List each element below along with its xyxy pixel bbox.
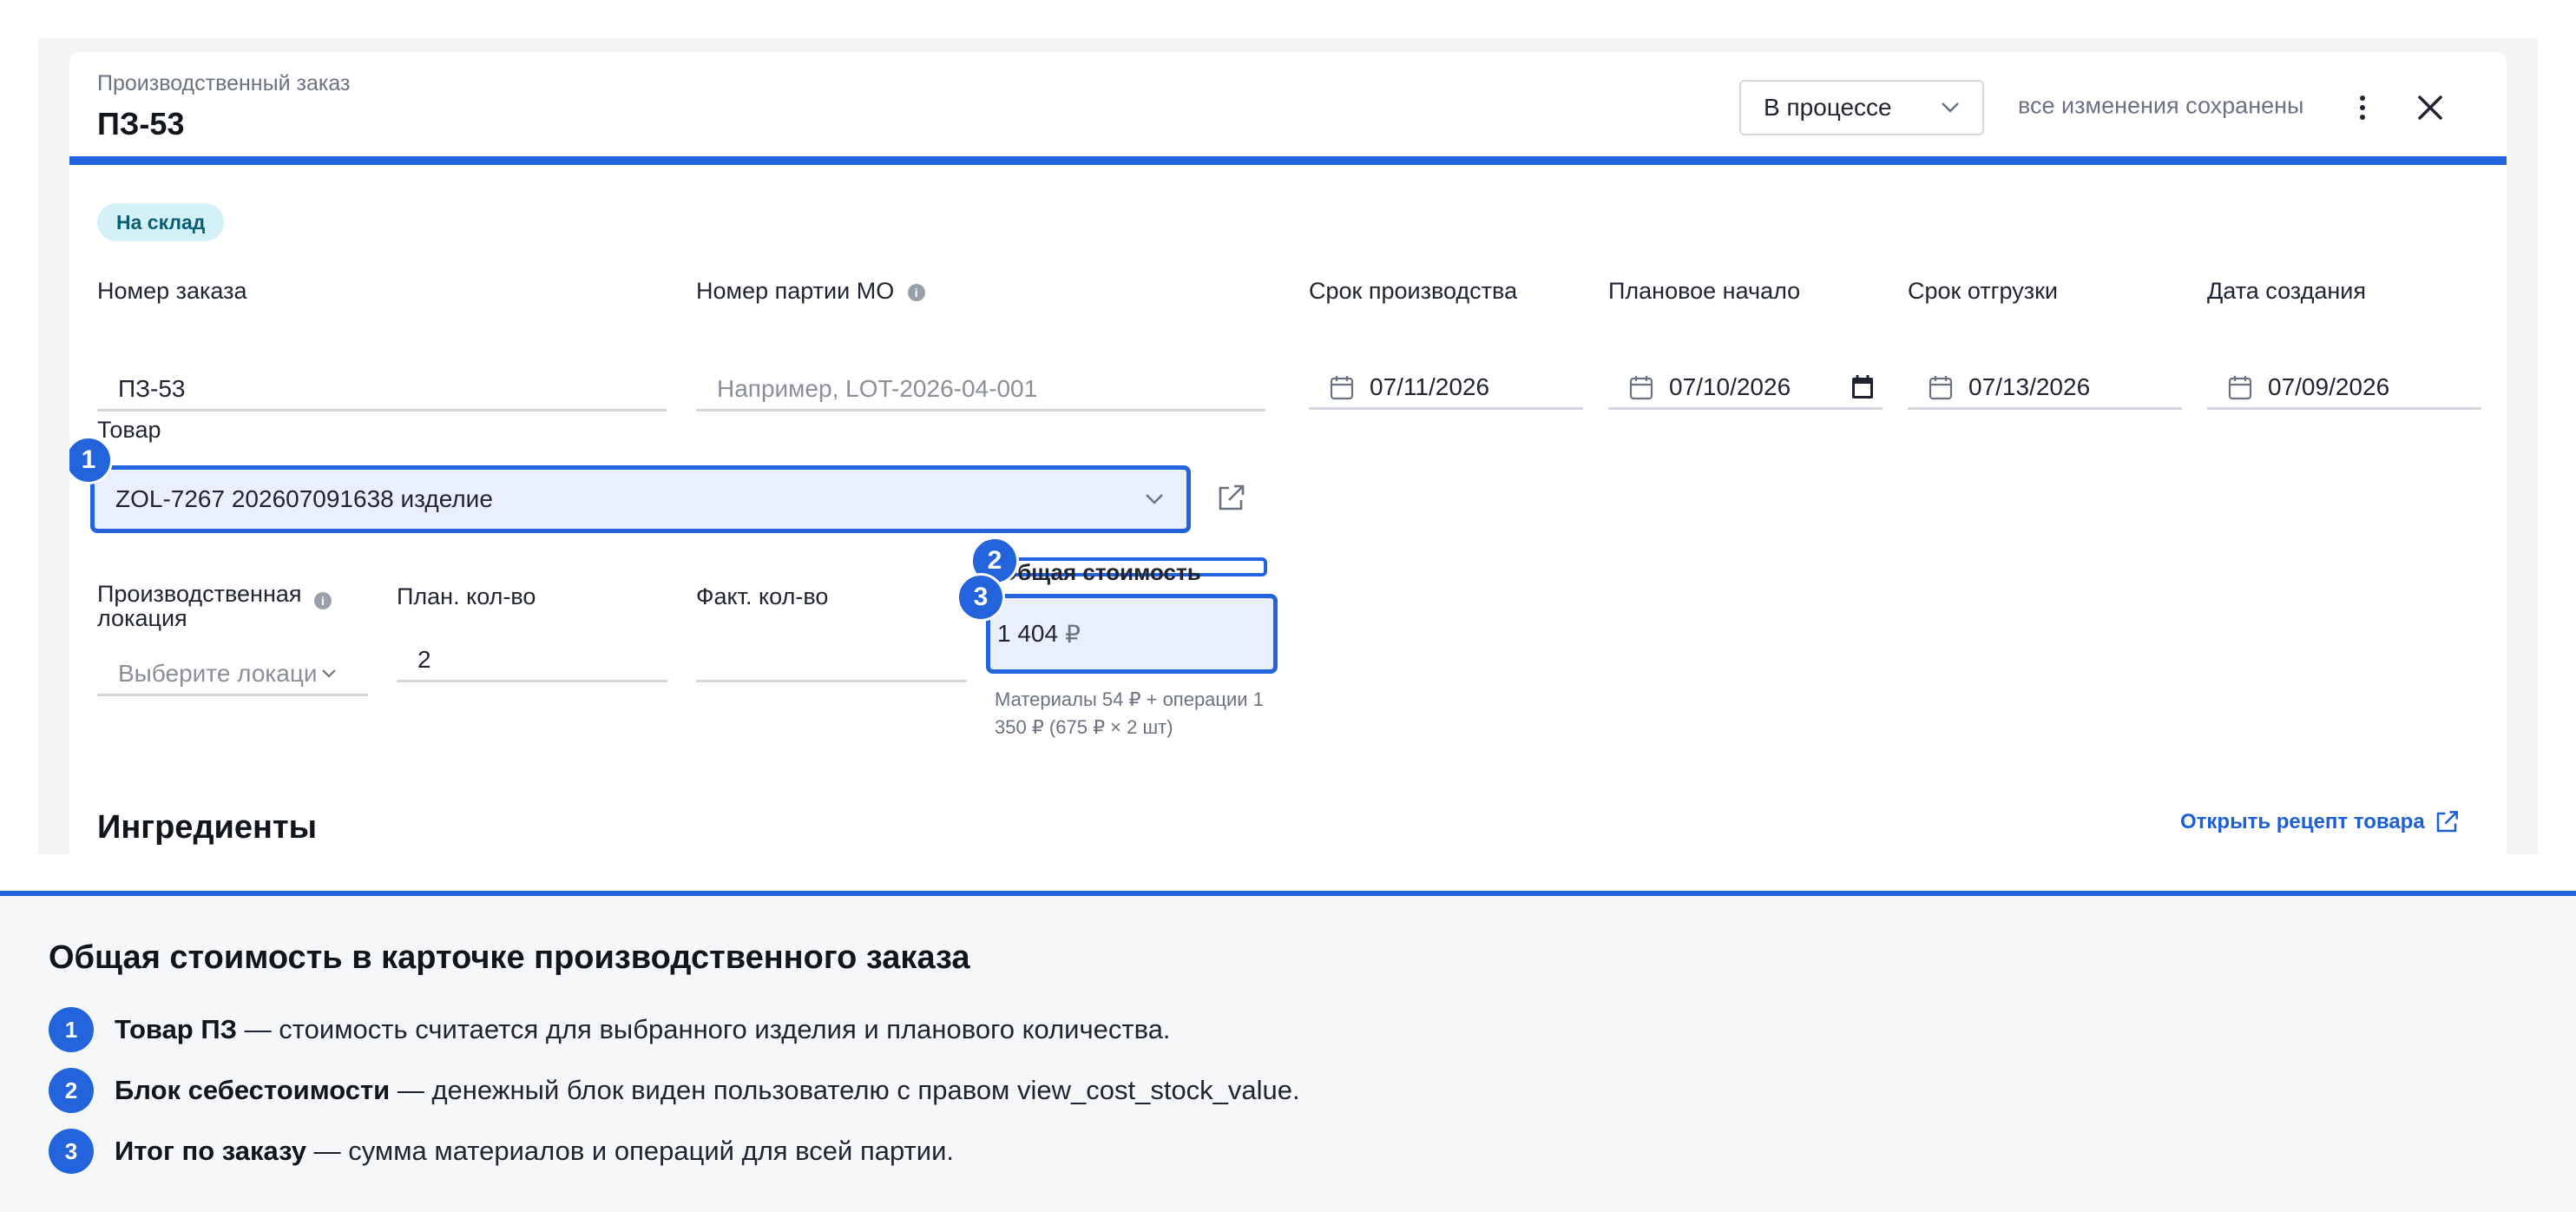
batch-number-label: Номер партии МО i [696,278,925,305]
chevron-down-icon [1146,494,1163,504]
product-select[interactable]: ZOL-7267 202607091638 изделие [90,465,1191,533]
product-value: ZOL-7267 202607091638 изделие [115,485,493,512]
actual-qty-label: Факт. кол-во [696,583,829,609]
caption-title: Общая стоимость в карточке производствен… [49,939,970,976]
caption-number: 1 [49,1007,94,1052]
order-number-label: Номер заказа [97,278,247,304]
caption-bold: Товар ПЗ [115,1014,238,1044]
planned-start-label: Плановое начало [1608,278,1801,304]
total-cost-breakdown: Материалы 54 ₽ + операции 1 350 ₽ (675 ₽… [995,688,1264,738]
production-deadline-value: 07/11/2026 [1370,372,1490,400]
caption-number: 2 [49,1068,94,1113]
shipping-deadline-value: 07/13/2026 [1968,372,2091,400]
production-deadline-field[interactable]: 07/11/2026 [1309,366,1583,410]
chevron-down-icon [1942,102,1959,113]
card-header: Производственный заказ ПЗ-53 В процессе … [69,52,2507,165]
status-select[interactable]: В процессе [1739,80,1984,135]
total-cost-label: Общая стоимость [1000,559,1201,585]
batch-number-placeholder: Например, LOT-2026-04-001 [717,374,1038,402]
created-date-label: Дата создания [2207,278,2366,304]
callout-marker-3: 3 [956,573,1005,622]
caption-item: 3 Итог по заказу — сумма материалов и оп… [49,1129,954,1174]
order-number-field[interactable]: ПЗ-53 [97,368,667,412]
screenshot-area: Производственный заказ ПЗ-53 В процессе … [38,38,2538,854]
external-link-icon [2436,811,2458,833]
caption-bold: Итог по заказу [115,1136,307,1166]
total-cost-value-box: 1 404 ₽ [986,594,1278,674]
calendar-icon [1629,375,1653,399]
status-value: В процессе [1764,94,1892,121]
batch-number-field[interactable]: Например, LOT-2026-04-001 [696,368,1265,412]
planned-start-field[interactable]: 07/10/2026 [1608,366,1883,410]
save-status-text: все изменения сохранены [2018,92,2304,119]
info-icon[interactable]: i [907,283,925,301]
production-deadline-label: Срок производства [1309,278,1518,304]
total-cost-currency: ₽ [1065,620,1081,648]
caption-desc: — денежный блок виден пользователю с пра… [390,1075,1300,1105]
production-order-card: Производственный заказ ПЗ-53 В процессе … [69,52,2507,854]
external-link-icon[interactable] [1215,483,1246,514]
more-menu-icon[interactable] [2347,90,2378,125]
caption-item: 2 Блок себестоимости — денежный блок вид… [49,1068,1300,1113]
caption-desc: — сумма материалов и операций для всей п… [306,1136,954,1166]
caption-item: 1 Товар ПЗ — стоимость считается для выб… [49,1007,1171,1052]
location-placeholder: Выберите локаци [118,659,318,687]
open-recipe-link[interactable]: Открыть рецепт товара [2180,809,2460,835]
chevron-down-icon [321,669,336,678]
info-icon[interactable]: i [314,592,332,609]
page-title: ПЗ-53 [97,106,185,142]
status-badge: На склад [97,203,225,241]
planned-qty-label: План. кол-во [397,583,536,609]
planned-qty-field[interactable]: 2 [397,639,667,682]
open-recipe-label: Открыть рецепт товара [2180,810,2425,833]
created-date-value: 07/09/2026 [2268,372,2390,400]
caption-text: Товар ПЗ — стоимость считается для выбра… [115,1014,1171,1045]
planned-qty-value: 2 [417,645,431,673]
caption-text: Итог по заказу — сумма материалов и опер… [115,1136,954,1167]
planned-start-value: 07/10/2026 [1669,372,1791,400]
location-label: Производственная локация [97,582,340,630]
shipping-deadline-label: Срок отгрузки [1908,278,2058,304]
actual-qty-field[interactable] [696,639,967,682]
header-subtitle: Производственный заказ [97,71,351,96]
product-label: Товар [97,417,161,443]
caption-bold: Блок себестоимости [115,1075,391,1105]
calendar-icon [1330,375,1354,399]
calendar-icon [2228,375,2252,399]
caption-text: Блок себестоимости — денежный блок виден… [115,1075,1300,1106]
location-select[interactable]: Выберите локаци [97,653,368,696]
caption-number: 3 [49,1129,94,1174]
caption-panel: Общая стоимость в карточке производствен… [0,891,2576,1212]
shipping-deadline-field[interactable]: 07/13/2026 [1908,366,2182,410]
batch-number-label-text: Номер партии МО [696,278,895,304]
order-number-value: ПЗ-53 [118,374,186,402]
total-cost-amount: 1 404 [997,620,1059,647]
close-icon[interactable] [2413,90,2448,125]
caption-desc: — стоимость считается для выбранного изд… [237,1014,1171,1044]
location-label-text: Производственная локация [97,581,302,631]
calendar-picker-icon[interactable] [1851,374,1874,399]
created-date-field[interactable]: 07/09/2026 [2207,366,2481,410]
calendar-icon [1929,375,1953,399]
ingredients-title: Ингредиенты [97,809,318,846]
